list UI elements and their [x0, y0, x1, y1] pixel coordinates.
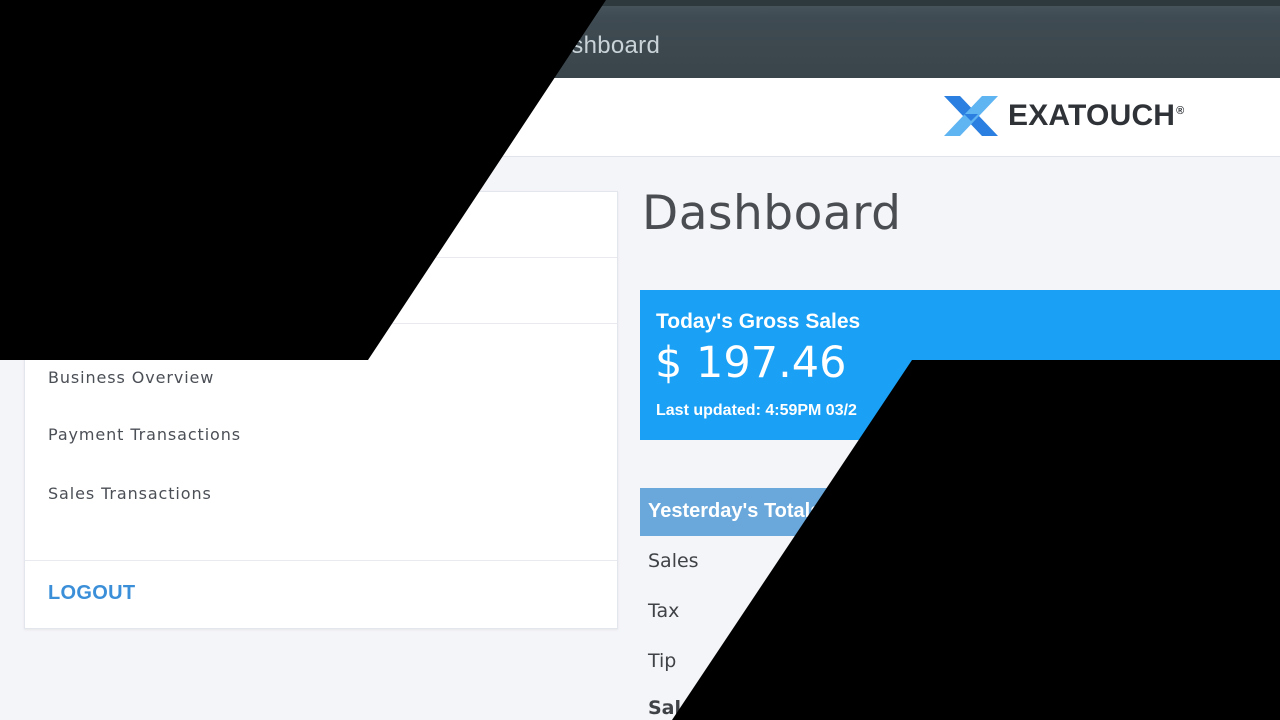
- logo-text: EXATOUCH®: [1008, 99, 1185, 132]
- yesterday-totals-header: Yesterday's Totals: [640, 488, 1280, 536]
- gross-sales-amount: $ 197.46: [655, 338, 847, 388]
- sidebar-item-business-overview[interactable]: Business Overview: [48, 368, 214, 387]
- exatouch-x-logo-icon: [944, 96, 998, 136]
- totals-row-label: Sal: [648, 697, 682, 719]
- brand-logo[interactable]: EXATOUCH®: [942, 92, 1184, 140]
- yesterday-totals-title: Yesterday's Totals: [648, 500, 822, 522]
- totals-row-label: Tax: [648, 600, 680, 622]
- gross-sales-card[interactable]: Today's Gross Sales $ 197.46 Last update…: [640, 290, 1280, 440]
- totals-row-label: Tip: [648, 650, 677, 672]
- logout-link[interactable]: LOGOUT: [48, 582, 135, 605]
- totals-row-label: Sales: [648, 550, 699, 572]
- sidebar-panel: Business Overview Payment Transactions S…: [24, 191, 618, 629]
- logo-registered-mark: ®: [1176, 105, 1185, 117]
- sidebar-item-sales-transactions[interactable]: Sales Transactions: [48, 484, 212, 503]
- sidebar-item-payment-transactions[interactable]: Payment Transactions: [48, 425, 241, 444]
- sidebar-divider: [25, 257, 617, 258]
- gross-sales-label: Today's Gross Sales: [656, 310, 861, 333]
- sidebar-divider: [25, 323, 617, 324]
- sidebar-divider: [25, 560, 617, 561]
- page-title: Dashboard: [642, 186, 902, 241]
- window-title: Dashboard: [540, 32, 661, 59]
- title-bar: Dashboard: [0, 0, 1280, 78]
- last-updated-text: Last updated: 4:59PM 03/2: [656, 402, 857, 419]
